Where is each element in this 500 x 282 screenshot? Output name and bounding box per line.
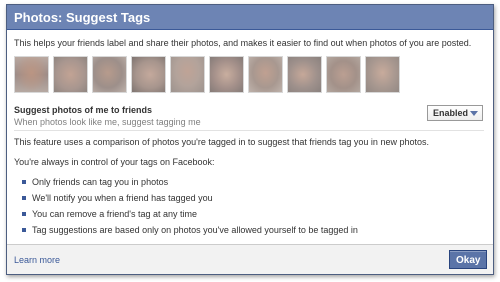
photo-thumbnail — [92, 56, 127, 93]
photo-thumbnail — [14, 56, 49, 93]
bullet-icon — [22, 180, 26, 184]
photo-thumbnail — [365, 56, 400, 93]
enabled-dropdown[interactable]: Enabled — [427, 105, 483, 121]
photo-thumbnail — [287, 56, 322, 93]
photo-thumbnail — [53, 56, 88, 93]
suggest-tags-dialog: Photos: Suggest Tags This helps your fri… — [6, 4, 494, 275]
photo-thumbnail — [209, 56, 244, 93]
photo-thumbnail — [326, 56, 361, 93]
list-item: You can remove a friend's tag at any tim… — [22, 209, 484, 219]
suggest-photos-setting: Suggest photos of me to friends When pho… — [14, 103, 484, 131]
bullet-icon — [22, 196, 26, 200]
setting-label: Suggest photos of me to friends — [14, 105, 153, 115]
learn-more-link[interactable]: Learn more — [14, 255, 60, 265]
photo-thumbnail — [248, 56, 283, 93]
okay-button[interactable]: Okay — [449, 250, 487, 269]
bullet-text: Only friends can tag you in photos — [32, 177, 169, 187]
setting-sublabel: When photos look like me, suggest taggin… — [14, 117, 201, 127]
dialog-content: This helps your friends label and share … — [7, 30, 493, 235]
dialog-footer: Learn more Okay — [7, 244, 493, 274]
dropdown-value: Enabled — [433, 108, 469, 118]
bullet-text: Tag suggestions are based only on photos… — [32, 225, 358, 235]
list-item: We'll notify you when a friend has tagge… — [22, 193, 484, 203]
intro-text: This helps your friends label and share … — [14, 38, 472, 48]
bullet-text: You can remove a friend's tag at any tim… — [32, 209, 197, 219]
photo-thumbnails — [14, 56, 484, 93]
list-item: Only friends can tag you in photos — [22, 177, 484, 187]
bullet-list: Only friends can tag you in photos We'll… — [14, 177, 484, 235]
photo-thumbnail — [131, 56, 166, 93]
control-text: You're always in control of your tags on… — [14, 157, 215, 167]
list-item: Tag suggestions are based only on photos… — [22, 225, 484, 235]
chevron-down-icon — [470, 111, 478, 116]
bullet-icon — [22, 212, 26, 216]
feature-description: This feature uses a comparison of photos… — [14, 137, 429, 147]
bullet-icon — [22, 228, 26, 232]
dialog-title: Photos: Suggest Tags — [7, 5, 493, 30]
photo-thumbnail — [170, 56, 205, 93]
bullet-text: We'll notify you when a friend has tagge… — [32, 193, 213, 203]
